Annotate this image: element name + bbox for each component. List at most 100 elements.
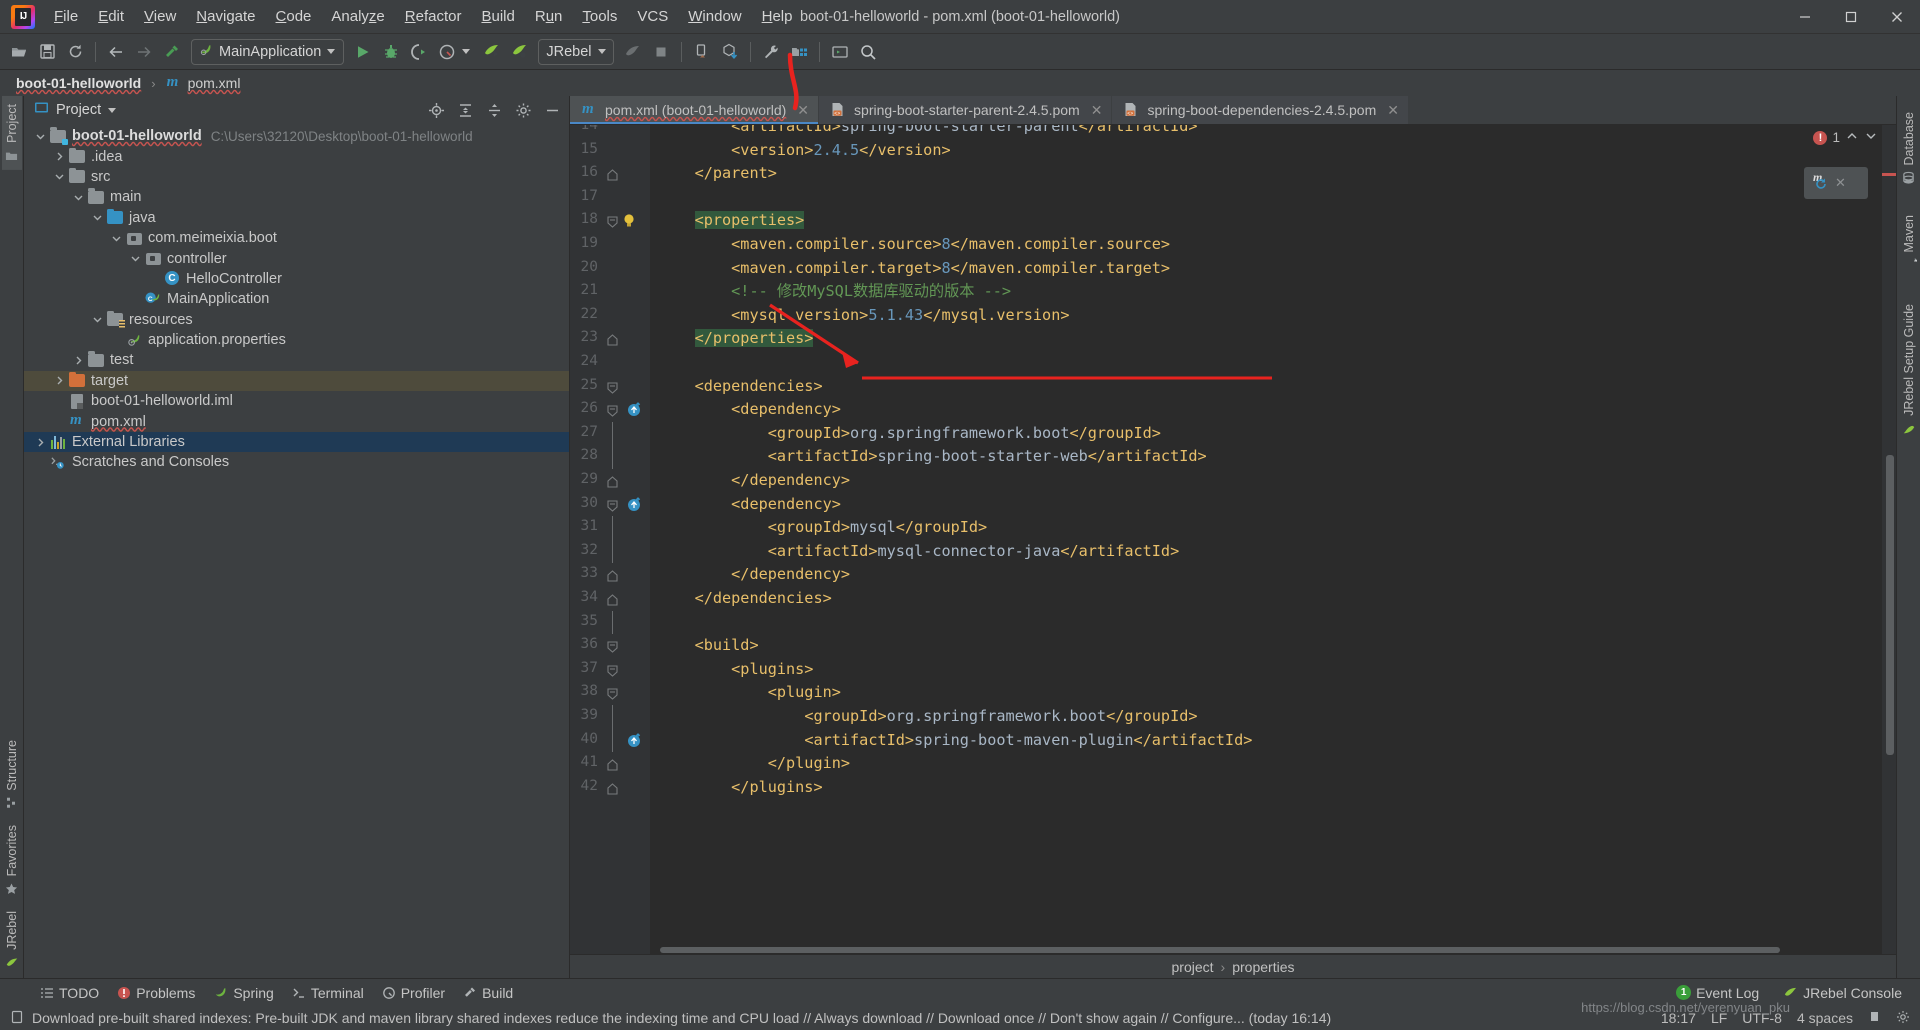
tree-item-external-libraries[interactable]: External Libraries — [24, 431, 569, 453]
menu-item-edit[interactable]: Edit — [88, 4, 134, 29]
forward-arrow-icon[interactable] — [131, 39, 157, 65]
locate-file-icon[interactable] — [425, 99, 447, 121]
chevron-down-icon[interactable] — [91, 313, 104, 326]
bottom-item-terminal[interactable]: Terminal — [292, 985, 364, 1001]
tree-item-controller[interactable]: controller — [24, 248, 569, 268]
status-message[interactable]: Download pre-built shared indexes: Pre-b… — [32, 1010, 1331, 1026]
vertical-scrollbar[interactable] — [1886, 455, 1894, 755]
tree-item-main[interactable]: main — [24, 187, 569, 207]
fold-end-icon[interactable] — [607, 758, 618, 771]
error-stripe[interactable] — [1882, 125, 1896, 954]
run-icon[interactable] — [350, 39, 376, 65]
intention-bulb-icon[interactable] — [622, 213, 636, 229]
bottom-item-todo[interactable]: TODO — [40, 985, 99, 1001]
fold-start-icon[interactable] — [607, 664, 618, 677]
tree-item-boot-01-helloworld-iml[interactable]: boot-01-helloworld.iml — [24, 391, 569, 411]
editor-gutter[interactable]: 14 15 16 17 18 19 20 21 22 23 24 25 26 27 28 29 30 31 32 33… — [570, 125, 650, 954]
menu-bar[interactable]: File Edit View Navigate Code Analyze Refactor B… — [44, 4, 803, 29]
dependency-update-icon[interactable] — [627, 402, 642, 417]
editor-tabs[interactable]: m pom.xml (boot-01-helloworld) ✕ <> spring-b… — [570, 96, 1896, 125]
close-icon[interactable]: ✕ — [1091, 102, 1103, 119]
tree-item-com-meimeixia-boot[interactable]: com.meimeixia.boot — [24, 228, 569, 248]
tree-item-target[interactable]: target — [24, 370, 569, 392]
menu-item-code[interactable]: Code — [266, 4, 322, 29]
settings-gear-icon[interactable] — [1896, 1010, 1910, 1027]
breadcrumb-project-tag[interactable]: project — [1172, 959, 1214, 975]
fold-start-icon[interactable] — [607, 687, 618, 701]
breadcrumb-file[interactable]: m pom.xml — [162, 74, 245, 93]
chevron-down-icon[interactable] — [110, 232, 123, 245]
collapse-all-icon[interactable] — [454, 99, 476, 121]
editor-tab-3[interactable]: <> spring-boot-dependencies-2.4.5.pom ✕ — [1112, 96, 1409, 124]
project-tree[interactable]: boot-01-helloworld C:\Users\32120\Desktop… — [24, 124, 569, 978]
chevron-right-icon[interactable] — [53, 374, 66, 387]
close-icon[interactable]: ✕ — [797, 102, 809, 119]
tree-item-test[interactable]: test — [24, 350, 569, 370]
jrebel-run-icon[interactable] — [478, 39, 504, 65]
hide-panel-icon[interactable] — [541, 99, 563, 121]
read-only-icon[interactable] — [1868, 1010, 1881, 1026]
chevron-right-icon[interactable] — [34, 436, 47, 449]
fold-end-icon[interactable] — [607, 593, 618, 606]
tree-item-boot-01-helloworld[interactable]: boot-01-helloworld C:\Users\32120\Desktop… — [24, 126, 569, 146]
editor-viewport[interactable]: 14 15 16 17 18 19 20 21 22 23 24 25 26 27 28 29 30 31 32 33… — [570, 125, 1896, 954]
menu-item-navigate[interactable]: Navigate — [186, 4, 265, 29]
menu-item-build[interactable]: Build — [471, 4, 524, 29]
install-plugin-icon[interactable] — [717, 39, 743, 65]
tree-item--idea[interactable]: .idea — [24, 146, 569, 166]
jrebel-debug-icon[interactable] — [506, 39, 532, 65]
fold-start-icon[interactable] — [607, 640, 618, 653]
profiler-dropdown-icon[interactable] — [462, 49, 471, 54]
sidebar-item-database[interactable]: Database — [1899, 104, 1919, 193]
back-arrow-icon[interactable] — [103, 39, 129, 65]
menu-item-window[interactable]: Window — [678, 4, 751, 29]
close-button[interactable] — [1874, 0, 1920, 34]
chevron-down-icon[interactable] — [53, 170, 66, 183]
chevron-down-icon[interactable] — [34, 130, 47, 143]
tree-item-src[interactable]: src — [24, 167, 569, 187]
fold-start-icon[interactable] — [607, 499, 618, 512]
bottom-item-build[interactable]: Build — [463, 985, 513, 1001]
search-everywhere-icon[interactable] — [855, 39, 881, 65]
bottom-item-spring[interactable]: Spring — [213, 985, 274, 1001]
menu-item-file[interactable]: File — [44, 4, 88, 29]
menu-item-tools[interactable]: Tools — [572, 4, 627, 29]
sidebar-item-jrebel-setup-guide[interactable]: JRebel Setup Guide — [1899, 296, 1919, 444]
tree-item-mainapplication[interactable]: C MainApplication — [24, 289, 569, 309]
menu-item-help[interactable]: Help — [752, 4, 803, 29]
device-manager-icon[interactable] — [689, 39, 715, 65]
code-content[interactable]: <artifactId>spring-boot-starter-parent</… — [650, 125, 1896, 954]
run-with-coverage-icon[interactable] — [406, 39, 432, 65]
expand-all-icon[interactable] — [483, 99, 505, 121]
horizontal-scrollbar[interactable] — [650, 946, 1880, 954]
stop-square-icon[interactable] — [648, 39, 674, 65]
debug-icon[interactable] — [378, 39, 404, 65]
sidebar-item-maven[interactable]: m Maven — [1898, 207, 1920, 283]
stop-icon[interactable] — [620, 39, 646, 65]
editor-tab-2[interactable]: <> spring-boot-starter-parent-2.4.5.pom ✕ — [819, 96, 1113, 124]
chevron-up-icon[interactable] — [1845, 129, 1859, 146]
bottom-item-problems[interactable]: Problems — [117, 985, 195, 1001]
breadcrumb-properties-tag[interactable]: properties — [1232, 959, 1294, 975]
chevron-down-icon[interactable] — [129, 252, 142, 265]
gear-icon[interactable] — [512, 99, 534, 121]
maximize-button[interactable] — [1828, 0, 1874, 34]
menu-item-vcs[interactable]: VCS — [627, 4, 678, 29]
dependency-update-icon[interactable] — [627, 496, 642, 512]
fold-end-icon[interactable] — [607, 475, 618, 488]
close-icon[interactable]: ✕ — [1835, 175, 1846, 191]
sidebar-item-structure[interactable]: Structure — [2, 732, 22, 817]
sync-icon[interactable] — [62, 39, 88, 65]
editor-breadcrumbs[interactable]: project › properties — [570, 954, 1896, 978]
hammer-icon[interactable] — [159, 39, 185, 65]
fold-end-icon[interactable] — [607, 333, 618, 346]
tree-item-scratches-and-consoles[interactable]: Scratches and Consoles — [24, 452, 569, 472]
profiler-icon[interactable] — [434, 39, 460, 65]
breadcrumb-project[interactable]: boot-01-helloworld — [12, 74, 145, 92]
menu-item-view[interactable]: View — [134, 4, 186, 29]
menu-item-run[interactable]: Run — [525, 4, 573, 29]
chevron-down-icon[interactable] — [108, 107, 117, 113]
fold-start-icon[interactable] — [607, 404, 618, 417]
sidebar-item-favorites[interactable]: Favorites — [2, 817, 22, 903]
menu-item-analyze[interactable]: Analyze — [321, 4, 394, 29]
